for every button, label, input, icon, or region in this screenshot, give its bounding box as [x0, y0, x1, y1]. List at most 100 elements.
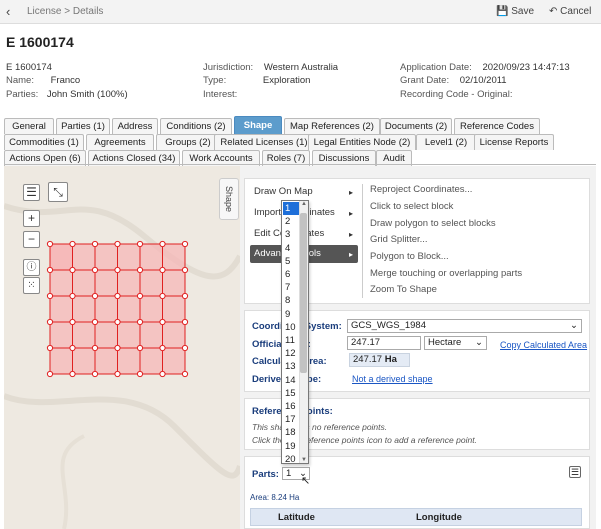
dropdown-option[interactable]: 18 [283, 426, 299, 439]
vertex-handle[interactable] [91, 292, 99, 300]
vertex-handle[interactable] [46, 370, 54, 378]
vertex-handle[interactable] [91, 370, 99, 378]
submenu-zoom-to-shape[interactable]: Zoom To Shape [370, 284, 437, 295]
vertex-handle[interactable] [91, 344, 99, 352]
tab-parties-1[interactable]: Parties (1) [56, 118, 110, 134]
vertex-handle[interactable] [46, 318, 54, 326]
submenu-reproject[interactable]: Reproject Coordinates... [370, 184, 472, 195]
dropdown-option[interactable]: 15 [283, 387, 299, 400]
tab-license-reports[interactable]: License Reports [474, 134, 554, 150]
vertex-handle[interactable] [69, 266, 76, 274]
block-cell[interactable] [117, 243, 141, 271]
block-cell[interactable] [117, 269, 141, 297]
block-cell[interactable] [162, 347, 186, 375]
zoom-out-button[interactable]: − [23, 231, 40, 248]
block-cell[interactable] [162, 321, 186, 349]
dropdown-option[interactable]: 17 [283, 413, 299, 426]
vertex-handle[interactable] [69, 370, 76, 378]
dropdown-option[interactable]: 13 [283, 360, 299, 373]
vertex-handle[interactable] [69, 292, 76, 300]
vertex-handle[interactable] [159, 370, 166, 378]
vertex-handle[interactable] [114, 240, 121, 248]
vertex-handle[interactable] [159, 240, 166, 248]
parts-dropdown-list[interactable]: 20 19 18 17 16 15 14 13 12 11 10 9 8 7 6 5 4 3 2 1 ▲ ▼ [281, 200, 309, 464]
copy-calculated-area-link[interactable]: Copy Calculated Area [500, 340, 587, 350]
dropdown-option[interactable]: 11 [283, 334, 299, 347]
vertex-handle[interactable] [69, 344, 76, 352]
vertex-handle[interactable] [159, 292, 166, 300]
back-chevron-icon[interactable]: ‹ [6, 4, 10, 19]
vertex-handle[interactable] [114, 318, 121, 326]
block-cell[interactable] [94, 321, 118, 349]
vertex-handle[interactable] [159, 266, 166, 274]
block-cell[interactable] [72, 269, 96, 297]
vertex-handle[interactable] [159, 344, 166, 352]
vertex-handle[interactable] [46, 266, 54, 274]
tab-reference-codes[interactable]: Reference Codes [454, 118, 540, 134]
scroll-up-icon[interactable]: ▲ [301, 201, 307, 207]
vertex-handle[interactable] [46, 292, 54, 300]
coordinate-system-select[interactable]: GCS_WGS_1984 ⌄ [347, 319, 582, 333]
save-button[interactable]: 💾 Save [496, 6, 534, 17]
block-cell[interactable] [94, 243, 118, 271]
vertex-handle[interactable] [136, 344, 144, 352]
official-area-input[interactable]: 247.17 [347, 336, 421, 350]
dropdown-option[interactable]: 14 [283, 374, 299, 387]
scroll-down-icon[interactable]: ▼ [301, 457, 307, 463]
block-cell[interactable] [72, 243, 96, 271]
dropdown-option[interactable]: 1 [283, 202, 299, 215]
vertex-handle[interactable] [181, 240, 189, 248]
dropdown-option[interactable]: 8 [283, 294, 299, 307]
vertex-handle[interactable] [114, 344, 121, 352]
zoom-in-button[interactable]: + [23, 210, 40, 227]
submenu-grid-splitter[interactable]: Grid Splitter... [370, 234, 428, 245]
dropdown-option[interactable]: 3 [283, 228, 299, 241]
tab-legal-entities-node-2[interactable]: Legal Entities Node (2) [308, 134, 416, 150]
dropdown-option[interactable]: 19 [283, 440, 299, 453]
block-cell[interactable] [94, 347, 118, 375]
fullscreen-icon[interactable]: ⤡ [48, 182, 68, 202]
menu-draw-on-map[interactable]: Draw On Map [254, 186, 313, 197]
block-cell[interactable] [162, 295, 186, 323]
submenu-merge-parts[interactable]: Merge touching or overlapping parts [370, 268, 522, 279]
block-cell[interactable] [49, 321, 73, 349]
block-cell[interactable] [94, 295, 118, 323]
tab-agreements[interactable]: Agreements [86, 134, 154, 150]
block-cell[interactable] [117, 295, 141, 323]
block-cell[interactable] [162, 269, 186, 297]
map-view[interactable]: ☰ ⤡ + − ⓘ ⁙ [4, 166, 240, 529]
vertex-handle[interactable] [114, 370, 121, 378]
dropdown-option[interactable]: 10 [283, 321, 299, 334]
tab-related-licenses-1[interactable]: Related Licenses (1) [214, 134, 314, 150]
block-cell[interactable] [139, 321, 163, 349]
block-cell[interactable] [49, 347, 73, 375]
dropdown-option[interactable]: 5 [283, 255, 299, 268]
tab-map-references-2[interactable]: Map References (2) [284, 118, 380, 134]
dropdown-option[interactable]: 2 [283, 215, 299, 228]
derived-shape-link[interactable]: Not a derived shape [352, 374, 433, 384]
tab-level1-2[interactable]: Level1 (2) [416, 134, 476, 150]
vertex-handle[interactable] [91, 266, 99, 274]
vertex-handle[interactable] [136, 370, 144, 378]
block-cell[interactable] [72, 295, 96, 323]
block-cell[interactable] [72, 347, 96, 375]
vertex-handle[interactable] [136, 266, 144, 274]
dropdown-option[interactable]: 16 [283, 400, 299, 413]
tab-general[interactable]: General [4, 118, 54, 134]
shape-side-tab[interactable]: Shape [219, 178, 239, 220]
block-cell[interactable] [139, 295, 163, 323]
block-cell[interactable] [117, 347, 141, 375]
vertex-handle[interactable] [136, 292, 144, 300]
submenu-polygon-to-block[interactable]: Polygon to Block... [370, 251, 449, 262]
cancel-button[interactable]: ↶ Cancel [549, 6, 591, 17]
dropdown-scroll-thumb[interactable] [300, 213, 307, 373]
select-area-icon[interactable]: ⁙ [23, 277, 40, 294]
vertex-handle[interactable] [46, 240, 54, 248]
tab-groups-2[interactable]: Groups (2) [156, 134, 220, 150]
dropdown-option[interactable]: 20 [283, 453, 299, 463]
dropdown-scrollbar[interactable]: ▲ ▼ [299, 201, 308, 463]
vertex-handle[interactable] [136, 318, 144, 326]
vertex-handle[interactable] [181, 266, 189, 274]
vertex-handle[interactable] [91, 318, 99, 326]
dropdown-option[interactable]: 6 [283, 268, 299, 281]
